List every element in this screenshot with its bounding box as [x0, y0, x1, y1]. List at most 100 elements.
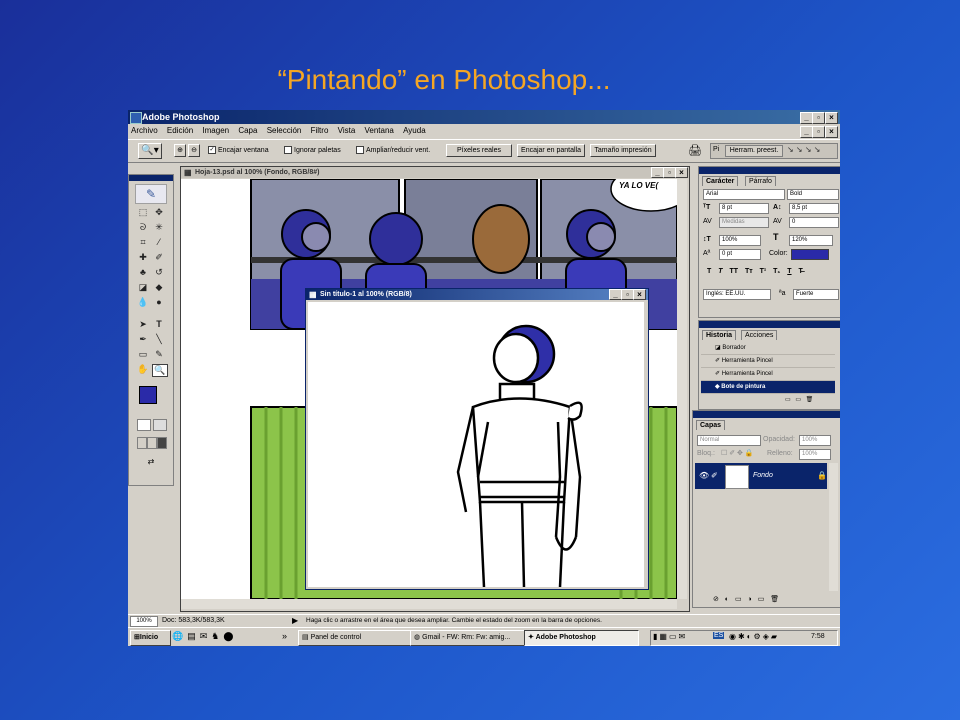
menu-seleccion[interactable]: Selección [267, 126, 302, 135]
tracking-field[interactable]: 0 [789, 217, 839, 228]
menu-vista[interactable]: Vista [338, 126, 356, 135]
ignorar-paletas-checkbox[interactable]: Ignorar paletas [284, 146, 341, 155]
fill-field[interactable]: 100% [799, 449, 831, 460]
language-indicator[interactable]: ES [713, 632, 725, 639]
horizontal-scale-field[interactable]: 120% [789, 235, 833, 246]
lock-icons[interactable]: ☐ ✐ ✥ 🔒 [721, 449, 754, 458]
marquee-tool-icon[interactable]: ⬚ [136, 207, 150, 218]
brush-tool-icon[interactable]: ✐ [152, 252, 166, 263]
language-select[interactable]: Inglés: EE.UU. [703, 289, 771, 300]
paint-bucket-icon[interactable]: ◆ [152, 282, 166, 293]
text-style-buttons[interactable]: T T TT Tт T¹ T₁ T T̶ [707, 267, 803, 276]
zoom-in-icon[interactable]: ⊕ [174, 144, 186, 157]
doc1-horizontal-scrollbar[interactable] [181, 599, 677, 609]
task-panel-control[interactable]: ▤ Panel de control [298, 630, 411, 646]
encajar-ventana-checkbox[interactable]: ✓ Encajar ventana [208, 146, 269, 155]
tray-icons-right[interactable]: ◉✱◐⚙◈▰ [729, 632, 779, 641]
screen-mode-full-icon[interactable] [157, 437, 167, 449]
adobe-feather-icon[interactable]: ✎ [135, 184, 167, 204]
font-size-field[interactable]: 8 pt [719, 203, 769, 214]
zoom-tool-icon[interactable]: 🔍 [152, 364, 168, 377]
history-item-borrador[interactable]: ◪ Borrador [701, 342, 835, 355]
blur-tool-icon[interactable]: 💧 [136, 297, 150, 308]
eraser-tool-icon[interactable]: ◪ [136, 282, 150, 293]
zoom-out-icon[interactable]: ⊖ [188, 144, 200, 157]
opacity-field[interactable]: 100% [799, 435, 831, 446]
history-brush-icon[interactable]: ↺ [152, 267, 166, 278]
menu-capa[interactable]: Capa [238, 126, 257, 135]
layers-scrollbar[interactable] [829, 463, 838, 591]
doc1-vertical-scrollbar[interactable] [677, 179, 687, 599]
tab-capas[interactable]: Capas [696, 420, 726, 430]
blend-mode-select[interactable]: Normal [697, 435, 761, 446]
leading-field[interactable]: 8,5 pt [789, 203, 839, 214]
layers-footer-buttons[interactable]: ⊘ ◐ ▭ ◑ ▭ 🗑 [713, 595, 779, 604]
quick-launch-icons[interactable]: 🌐▤✉♞⬤ [172, 631, 237, 642]
history-item-pincel-2[interactable]: ✐ Herramienta Pincel [701, 368, 835, 381]
doc-close-button[interactable]: × [825, 126, 838, 138]
doc2-close-button[interactable]: × [633, 289, 646, 300]
screen-mode-full-menu-icon[interactable] [147, 437, 157, 449]
kerning-field[interactable]: Medidas [719, 217, 769, 228]
menu-archivo[interactable]: Archivo [131, 126, 158, 135]
start-button[interactable]: ⊞Inicio [130, 630, 171, 646]
font-style-select[interactable]: Bold [787, 189, 839, 200]
tab-parrafo[interactable]: Párrafo [745, 176, 776, 186]
crop-tool-icon[interactable]: ⌗ [136, 237, 150, 248]
menu-edicion[interactable]: Edición [167, 126, 193, 135]
slice-tool-icon[interactable]: ⁄ [152, 237, 166, 248]
magic-wand-icon[interactable]: ✳ [152, 222, 166, 233]
ampliar-reducir-checkbox[interactable]: Ampliar/reducir vent. [356, 146, 430, 155]
baseline-shift-field[interactable]: 0 pt [719, 249, 761, 260]
encajar-pantalla-button[interactable]: Encajar en pantalla [517, 144, 585, 157]
task-gmail[interactable]: ◍ Gmail - FW: Rm: Fw: amig... [410, 630, 525, 646]
lasso-tool-icon[interactable]: ᘐ [136, 222, 150, 233]
pixeles-reales-button[interactable]: Píxeles reales [446, 144, 512, 157]
healing-brush-icon[interactable]: ✚ [136, 252, 150, 263]
drawing-canvas[interactable] [308, 302, 644, 587]
menu-imagen[interactable]: Imagen [202, 126, 229, 135]
screen-mode-standard-icon[interactable] [137, 437, 147, 449]
standard-mode-icon[interactable] [137, 419, 151, 431]
font-family-select[interactable]: Arial [703, 189, 785, 200]
menu-ventana[interactable]: Ventana [365, 126, 394, 135]
tab-caracter[interactable]: Carácter [702, 176, 739, 186]
doc1-close-button[interactable]: × [675, 167, 688, 178]
pen-tool-icon[interactable]: ✒ [136, 334, 150, 345]
foreground-color-swatch[interactable] [139, 386, 157, 404]
eye-icon[interactable]: 👁 [699, 471, 709, 480]
notes-tool-icon[interactable]: ▭ [136, 349, 150, 360]
path-selection-icon[interactable]: ➤ [136, 319, 150, 330]
quick-mask-icon[interactable] [153, 419, 167, 431]
antialias-select[interactable]: Fuerte [793, 289, 839, 300]
eyedropper-icon[interactable]: ✎ [152, 349, 166, 360]
tamano-impresion-button[interactable]: Tamaño impresión [590, 144, 656, 157]
file-browser-icon[interactable]: 🖨 [688, 144, 702, 157]
menu-filtro[interactable]: Filtro [311, 126, 329, 135]
history-item-pincel-1[interactable]: ✐ Herramienta Pincel [701, 355, 835, 368]
task-adobe-photoshop[interactable]: ✦ Adobe Photoshop [524, 630, 639, 646]
quick-launch-chevron[interactable]: » [282, 631, 287, 641]
clone-stamp-icon[interactable]: ♣ [136, 267, 150, 278]
tab-historia[interactable]: Historia [702, 330, 737, 340]
text-color-swatch[interactable] [791, 249, 829, 260]
line-tool-icon[interactable]: ╲ [152, 334, 166, 345]
vertical-scale-field[interactable]: 100% [719, 235, 761, 246]
history-item-bote[interactable]: ◆ Bote de pintura [701, 381, 835, 394]
status-arrow-icon[interactable]: ▶ [292, 615, 298, 627]
dodge-tool-icon[interactable]: ● [152, 297, 166, 308]
jump-to-imageready-icon[interactable]: ⇄ [137, 457, 165, 467]
zoom-tool-preset[interactable]: 🔍▾ [138, 143, 162, 159]
close-button[interactable]: × [825, 112, 838, 124]
hand-tool-icon[interactable]: ✋ [136, 364, 150, 375]
brush-presets-icon[interactable]: ↘ ↘ ↘ ↘ [787, 145, 820, 154]
doc-restore-button[interactable]: ▫ [812, 126, 825, 138]
tray-icons-left[interactable]: ▮▦▭✉ [653, 632, 687, 641]
history-footer-buttons[interactable]: ▭ ▭ 🗑 [785, 396, 813, 405]
maximize-button[interactable]: ▫ [812, 112, 825, 124]
menu-ayuda[interactable]: Ayuda [403, 126, 426, 135]
move-tool-icon[interactable]: ✥ [152, 207, 166, 218]
type-tool-icon[interactable]: T [152, 319, 166, 330]
layer-row-fondo[interactable]: 👁 ✐ Fondo 🔒 [695, 463, 827, 489]
tab-acciones[interactable]: Acciones [741, 330, 778, 340]
